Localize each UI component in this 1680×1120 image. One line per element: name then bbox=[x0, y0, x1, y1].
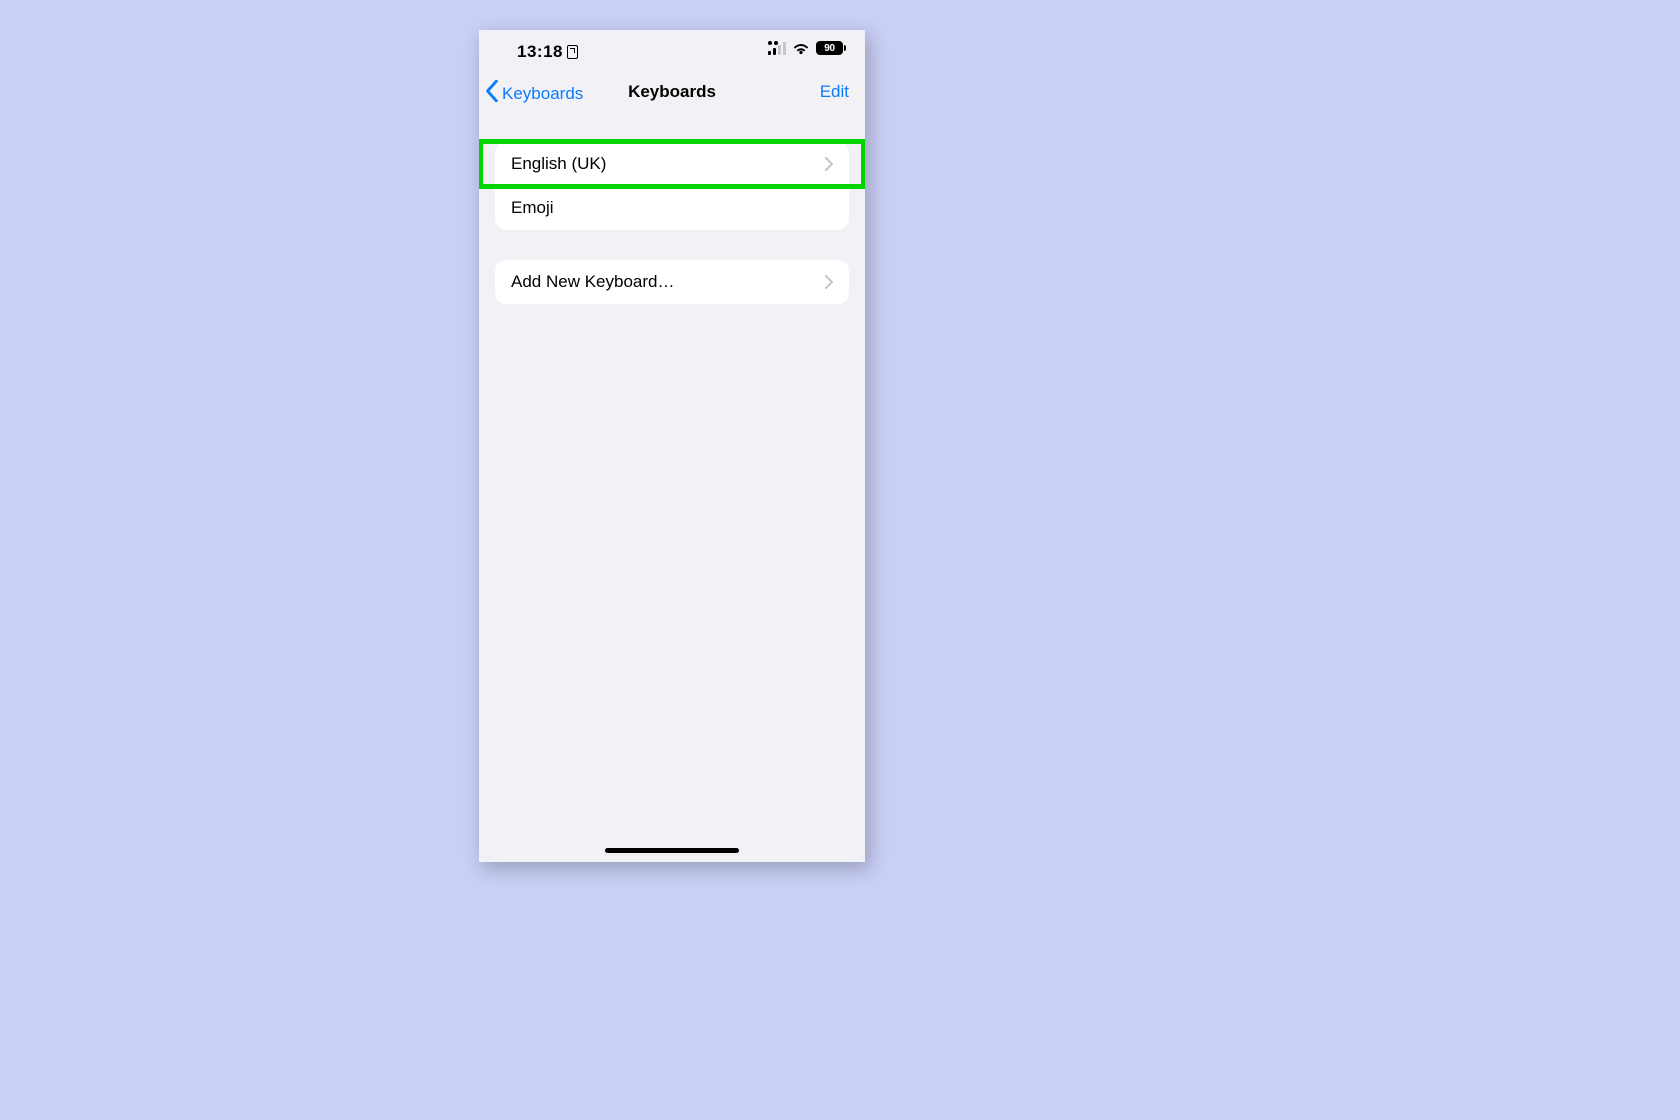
phone-frame: 13:18 90 bbox=[479, 30, 865, 862]
wifi-icon bbox=[792, 42, 810, 55]
status-bar: 13:18 90 bbox=[479, 30, 865, 70]
cellular-signal-icon bbox=[768, 41, 786, 55]
list-item-label: Add New Keyboard… bbox=[511, 272, 825, 292]
battery-icon: 90 bbox=[816, 41, 843, 55]
chevron-right-icon bbox=[825, 275, 833, 289]
status-time: 13:18 bbox=[517, 42, 578, 62]
nav-bar: Keyboards Keyboards Edit bbox=[479, 70, 865, 116]
page-title: Keyboards bbox=[479, 82, 865, 102]
keyboard-row-english-uk[interactable]: English (UK) bbox=[495, 142, 849, 186]
content: English (UK) Emoji Add New Keyboard… bbox=[479, 116, 865, 304]
chevron-right-icon bbox=[825, 157, 833, 171]
add-keyboard-row[interactable]: Add New Keyboard… bbox=[495, 260, 849, 304]
keyboards-group: English (UK) Emoji bbox=[495, 142, 849, 230]
stage: 13:18 90 bbox=[0, 0, 1680, 1120]
home-indicator[interactable] bbox=[605, 848, 739, 853]
keyboard-row-emoji[interactable]: Emoji bbox=[495, 186, 849, 230]
list-item-label: English (UK) bbox=[511, 154, 825, 174]
battery-percent: 90 bbox=[824, 43, 835, 54]
sim-card-icon bbox=[567, 45, 578, 59]
actions-group: Add New Keyboard… bbox=[495, 260, 849, 304]
status-right: 90 bbox=[768, 41, 843, 55]
clock-label: 13:18 bbox=[517, 42, 563, 62]
edit-button[interactable]: Edit bbox=[820, 82, 849, 102]
list-item-label: Emoji bbox=[511, 198, 833, 218]
